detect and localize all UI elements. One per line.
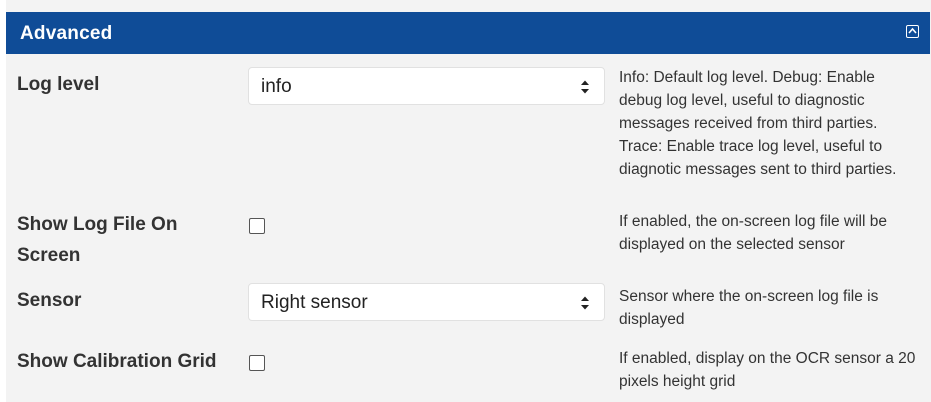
log-level-help: Info: Default log level. Debug: Enable d… (619, 69, 897, 178)
show-calibration-grid-help: If enabled, display on the OCR sensor a … (619, 350, 916, 390)
show-log-file-help: If enabled, the on-screen log file will … (619, 213, 887, 253)
select-arrows-icon (581, 80, 589, 94)
sensor-label: Sensor (17, 290, 82, 311)
show-calibration-grid-checkbox[interactable] (249, 355, 265, 371)
show-log-file-checkbox[interactable] (249, 218, 265, 234)
sensor-select[interactable]: Right sensor (248, 283, 605, 321)
log-level-label: Log level (17, 74, 100, 95)
collapse-up-icon[interactable] (906, 25, 919, 38)
sensor-help: Sensor where the on-screen log file is d… (619, 288, 879, 328)
section-header-advanced[interactable]: Advanced (6, 12, 930, 54)
show-log-file-label: Show Log File On Screen (17, 214, 178, 266)
log-level-select[interactable]: info (248, 67, 605, 105)
settings-panel (6, 0, 931, 402)
show-calibration-grid-label: Show Calibration Grid (17, 351, 217, 372)
sensor-value: Right sensor (261, 292, 368, 313)
log-level-value: info (261, 76, 292, 97)
select-arrows-icon (581, 296, 589, 310)
section-title: Advanced (20, 23, 113, 44)
